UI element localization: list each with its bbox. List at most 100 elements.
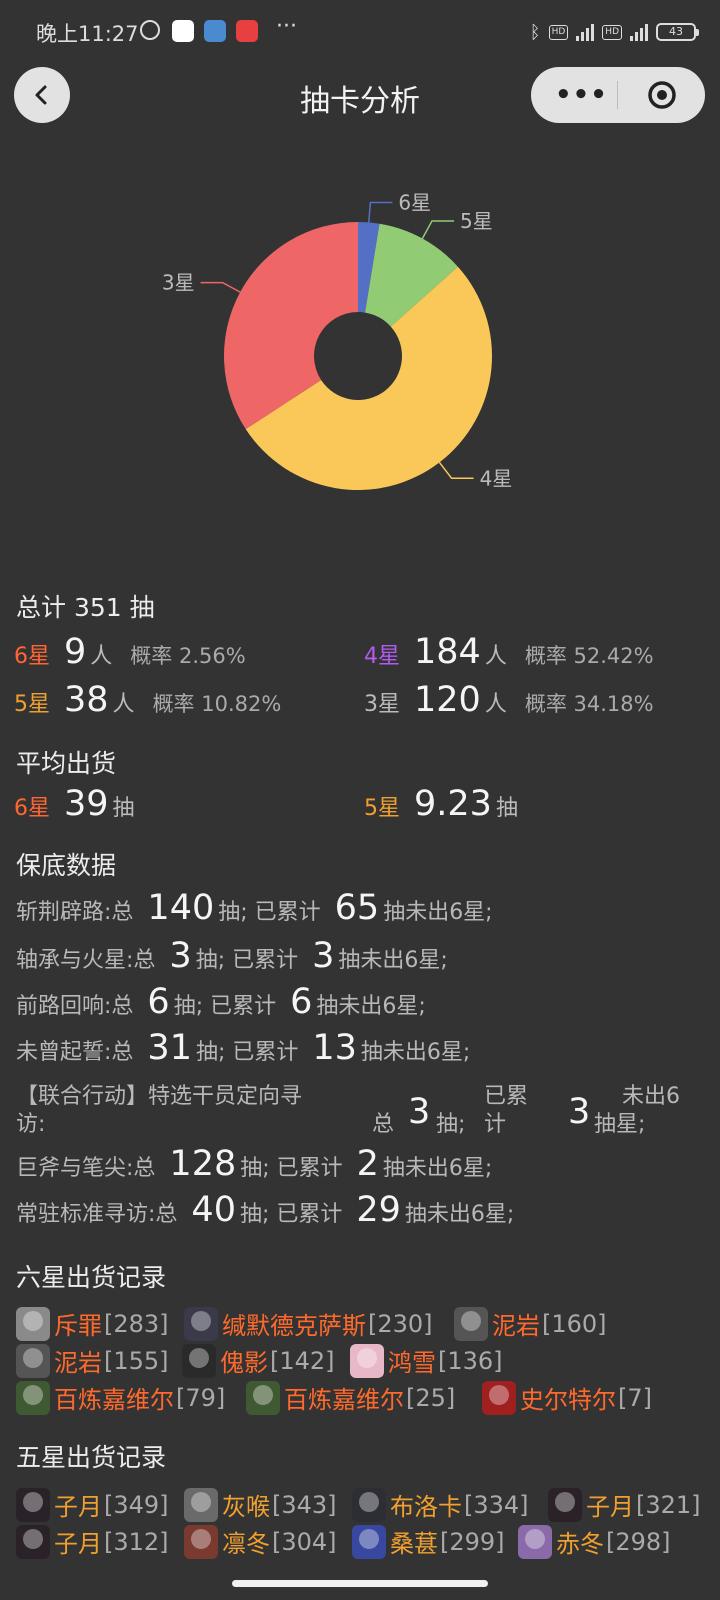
record-item: 布洛卡 [334] [352,1487,529,1522]
operator-name: 桑葚 [390,1530,438,1558]
label-leader-line [368,201,393,223]
total-label: 总 [372,1112,395,1137]
operator-avatar [184,1487,218,1522]
operator-name: 子月 [54,1493,102,1521]
pity-row: 斩荆辟路:总 140 抽; 已累计 65 抽未出6星; [16,888,493,928]
operator-avatar [548,1487,582,1522]
signal-icon [576,23,595,41]
unit-label: 抽 [495,796,518,821]
pull-index: [349] [104,1490,169,1519]
unit-label: 人 [112,692,135,717]
average-5star: 5星 9.23 抽 [364,784,518,824]
record-item: 泥岩 [155] [16,1343,169,1378]
qq-icon [172,20,194,42]
pull-index: [312] [104,1527,169,1556]
operator-avatar [352,1487,386,1522]
total-draws: 6 [147,982,170,1022]
accumulated-label: 抽; 已累计 [173,994,277,1019]
label-leader-line [438,461,474,480]
operator-avatar [352,1524,386,1559]
accumulated-count: 65 [334,888,380,928]
operator-avatar [350,1343,384,1378]
pity-tail: 抽未出6星; [382,1156,493,1181]
label-leader-line [200,281,241,293]
star-label: 3星 [364,692,400,717]
record-item: 百炼嘉维尔 [25] [246,1380,455,1415]
system-icons: ᛒ HD HD 43 [530,20,699,44]
banner-name-line2: 访: [16,1112,46,1137]
accumulated-count: 29 [356,1190,401,1230]
pull-index: [160] [542,1309,607,1338]
slice-label: 3星 [162,271,195,295]
home-indicator[interactable] [232,1580,488,1587]
star-label: 5星 [364,796,400,821]
record-item: 子月 [321] [548,1487,701,1522]
record-item: 赤冬 [298] [518,1524,671,1559]
record-item: 斥罪 [283] [16,1306,169,1341]
unit-label: 人 [484,692,507,717]
pity-row: 巨斧与笔尖:总 128 抽; 已累计 2 抽未出6星; [16,1144,492,1184]
pull-index: [321] [636,1490,701,1519]
total-draws: 总计 351 抽 [16,593,155,622]
operator-avatar [182,1343,216,1378]
alarm-icon [140,20,160,40]
pull-index: [343] [272,1490,337,1519]
operator-avatar [246,1380,280,1415]
operator-name: 泥岩 [54,1349,102,1377]
probability: 概率 34.18% [524,692,654,716]
pull-index: [7] [618,1383,652,1412]
total-draws: 140 [147,888,215,928]
star-label: 6星 [14,796,50,821]
banner-name: 常驻标准寻访:总 [16,1202,178,1227]
operator-avatar [454,1306,488,1341]
pity-row-wrapped: 【联合行动】特选干员定向寻 访: 总 3 抽; 已累 计 3 未出6 抽星; [0,1078,720,1138]
five-star-title: 五星出货记录 [16,1443,167,1472]
hd-icon: HD [548,24,569,40]
probability: 概率 10.82% [152,692,282,716]
pull-index: [230] [368,1309,433,1338]
record-item: 桑葚 [299] [352,1524,505,1559]
accumulated-label-line2: 计 [484,1112,507,1137]
close-target-button[interactable] [646,79,678,111]
stat-5star: 5星 38 人 概率 10.82% [14,680,281,720]
accumulated-label: 抽; 已累计 [240,1156,343,1181]
accumulated-count: 3 [568,1092,591,1132]
probability: 概率 52.42% [524,644,654,668]
record-item: 子月 [312] [16,1524,169,1559]
operator-name: 傀影 [220,1349,268,1377]
accumulated-label: 抽; 已累计 [195,948,299,973]
accumulated-count: 2 [356,1144,379,1184]
hd-icon-2: HD [602,24,622,40]
pull-index: [334] [464,1490,529,1519]
pull-index: [155] [104,1346,169,1375]
banner-name: 巨斧与笔尖:总 [16,1156,156,1181]
miniprogram-capsule: ••• [531,67,705,123]
pity-tail: 抽未出6星; [316,994,426,1019]
pull-index: [283] [104,1309,169,1338]
more-menu-button[interactable]: ••• [555,80,608,110]
accumulated-label: 抽; 已累计 [239,1202,343,1227]
operator-avatar [16,1524,50,1559]
pity-row: 未曾起誓:总 31 抽; 已累计 13 抽未出6星; [16,1028,470,1068]
pity-tail: 抽未出6星; [360,1040,471,1065]
total-draws: 31 [147,1028,192,1068]
record-item: 凛冬 [304] [184,1524,337,1559]
slice-label: 4星 [480,466,513,490]
total-draws: 40 [191,1190,236,1230]
pity-tail: 抽未出6星; [338,948,448,973]
signal-icon-2 [630,23,648,41]
operator-avatar [16,1343,50,1378]
operator-name: 子月 [586,1493,634,1521]
accumulated-count: 6 [290,982,313,1022]
banner-name: 未曾起誓:总 [16,1040,134,1065]
star-label: 6星 [14,644,50,669]
operator-avatar [16,1306,50,1341]
banner-name: 轴承与火星:总 [16,948,156,973]
banner-name: 斩荆辟路:总 [16,900,134,925]
snowman-app-icon [236,20,258,42]
operator-name: 史尔特尔 [520,1386,616,1414]
banner-name: 前路回响:总 [16,994,134,1019]
pity-tail: 抽未出6星; [383,900,493,925]
operator-name: 缄默德克萨斯 [222,1312,366,1340]
operator-name: 布洛卡 [390,1493,462,1521]
